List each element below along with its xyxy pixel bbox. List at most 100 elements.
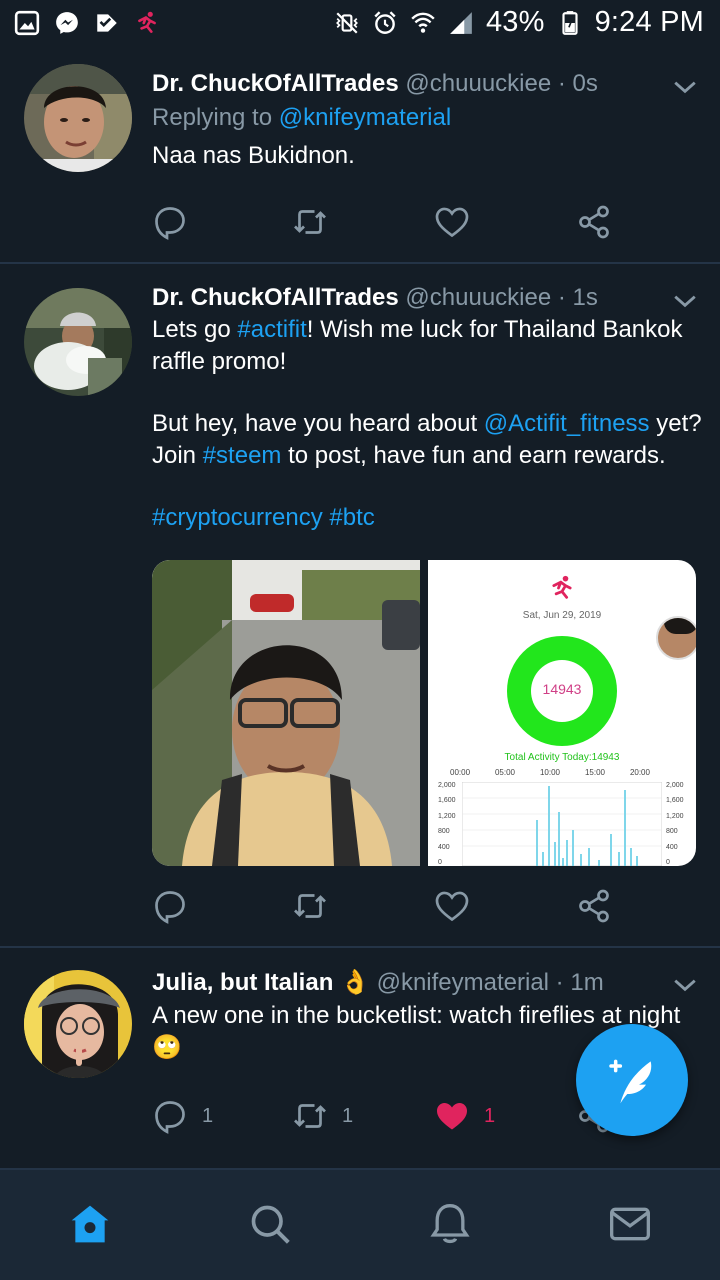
hashtag-link[interactable]: #steem [203, 442, 282, 469]
y-tick: 400 [666, 843, 678, 851]
y-tick: 800 [666, 828, 678, 836]
mention-link[interactable]: @Actifit_fitness [484, 410, 650, 437]
tweet-text: Lets go #actifit! Wish me luck for Thail… [152, 314, 702, 534]
tweet-actions: 1 1 1 [152, 1096, 622, 1136]
text-segment: But hey, have you heard about [152, 410, 484, 437]
activity-chart: 00:00 05:00 10:00 15:00 20:00 2,000 1,60… [428, 768, 696, 866]
share-icon [579, 205, 609, 239]
replying-to: Replying to @knifeymaterial [152, 104, 451, 132]
reply-prefix: Replying to [152, 104, 279, 131]
ok-hand-emoji: 👌 [340, 969, 370, 996]
y-tick: 1,200 [438, 812, 456, 820]
activity-date: Sat, Jun 29, 2019 [522, 610, 602, 621]
y-tick: 2,000 [438, 782, 456, 789]
mute-vibrate-icon [335, 11, 358, 34]
reply-icon [155, 207, 185, 240]
actifit-screenshot[interactable]: Sat, Jun 29, 2019 14943 Total Activity T… [428, 560, 696, 866]
y-tick: 1,600 [666, 797, 684, 805]
y-tick: 0 [666, 858, 670, 866]
chevron-down-icon[interactable] [672, 288, 698, 314]
y-ticks-right: 2,000 1,600 1,200 800 400 0 [666, 782, 684, 866]
hashtag-link[interactable]: #btc [329, 504, 374, 531]
avatar[interactable] [24, 64, 132, 172]
share-button[interactable] [576, 202, 612, 242]
display-name[interactable]: Dr. ChuckOfAllTrades [152, 284, 399, 311]
clock: 9:24 PM [594, 6, 704, 38]
like-count: 1 [484, 1104, 496, 1127]
retweet-icon [294, 1104, 326, 1128]
tweet-paragraph: Lets go #actifit! Wish me luck for Thail… [152, 314, 702, 377]
chevron-down-icon[interactable] [672, 972, 698, 998]
step-count: 14943 [542, 681, 582, 697]
tweet-header: Dr. ChuckOfAllTrades @chuuuckiee · 1s [152, 284, 700, 318]
media-grid: Sat, Jun 29, 2019 14943 Total Activity T… [152, 560, 696, 866]
eye-roll-emoji: 🙄 [152, 1033, 182, 1061]
time-tick: 00:00 [450, 768, 471, 777]
hashtag-link[interactable]: #cryptocurrency [152, 504, 323, 531]
like-button[interactable] [434, 886, 470, 926]
tweet[interactable]: Dr. ChuckOfAllTrades @chuuuckiee · 1s Le… [0, 264, 720, 944]
text-segment: A new one in the bucketlist: watch firef… [152, 1002, 681, 1029]
y-tick: 0 [438, 858, 442, 866]
handle-time: @chuuuckiee · 0s [405, 70, 598, 97]
notification-icons [14, 10, 160, 36]
wifi-icon [411, 12, 435, 33]
heart-icon [435, 207, 469, 238]
y-tick: 1,600 [438, 797, 456, 805]
tweet-header: Julia, but Italian 👌 @knifeymaterial · 1… [152, 968, 700, 1002]
tweet[interactable]: Dr. ChuckOfAllTrades @chuuuckiee · 0s Re… [0, 50, 720, 262]
battery-icon [562, 10, 578, 35]
like-button[interactable]: 1 [434, 1096, 495, 1136]
heart-icon [435, 891, 469, 922]
reply-icon [155, 1101, 185, 1134]
photo-selfie[interactable] [152, 560, 420, 866]
retweet-button[interactable] [292, 202, 328, 242]
retweet-icon [294, 210, 326, 234]
retweet-button[interactable] [292, 886, 328, 926]
reply-button[interactable]: 1 [152, 1096, 213, 1136]
home-icon [71, 1205, 109, 1243]
display-name[interactable]: Dr. ChuckOfAllTrades [152, 70, 399, 97]
y-tick: 2,000 [666, 782, 684, 789]
nav-notifications[interactable] [428, 1202, 472, 1246]
signal-icon [450, 11, 472, 34]
nav-messages[interactable] [608, 1202, 652, 1246]
y-tick: 400 [438, 843, 450, 851]
compose-tweet-button[interactable] [576, 1024, 688, 1136]
time-tick: 05:00 [494, 768, 516, 777]
chevron-down-icon[interactable] [672, 74, 698, 100]
reply-button[interactable] [152, 202, 188, 242]
y-tick: 800 [438, 828, 450, 836]
status-bar: 43% 9:24 PM [0, 0, 720, 50]
reply-mention-link[interactable]: @knifeymaterial [279, 104, 451, 131]
check-app-icon [97, 14, 117, 32]
retweet-button[interactable]: 1 [292, 1096, 353, 1136]
actifit-icon [138, 11, 156, 33]
avatar[interactable] [24, 970, 132, 1078]
nav-search[interactable] [248, 1202, 292, 1246]
nav-home[interactable] [68, 1202, 112, 1246]
reply-count: 1 [202, 1104, 214, 1127]
time-ticks: 00:00 05:00 10:00 15:00 20:00 [450, 768, 650, 777]
display-name[interactable]: Julia, but Italian [152, 969, 333, 996]
gallery-icon [14, 10, 40, 36]
reply-icon [155, 891, 185, 924]
time-tick: 20:00 [629, 768, 650, 777]
system-icons: 43% 9:24 PM [334, 6, 704, 39]
avatar[interactable] [24, 288, 132, 396]
activity-bars [462, 782, 662, 866]
heart-filled-icon [437, 1102, 467, 1130]
y-ticks-left: 2,000 1,600 1,200 800 400 0 [438, 782, 456, 866]
reply-button[interactable] [152, 886, 188, 926]
tweet-paragraph: #cryptocurrency #btc [152, 502, 702, 534]
hashtag-link[interactable]: #actifit [237, 316, 306, 343]
messenger-icon [56, 12, 78, 34]
like-button[interactable] [434, 202, 470, 242]
total-activity-label: Total Activity Today:14943 [504, 752, 620, 763]
retweet-icon [294, 894, 326, 918]
text-segment: Lets go [152, 316, 238, 343]
alarm-icon [374, 10, 396, 34]
search-icon [251, 1205, 290, 1244]
share-button[interactable] [576, 886, 612, 926]
time-tick: 15:00 [584, 768, 605, 777]
